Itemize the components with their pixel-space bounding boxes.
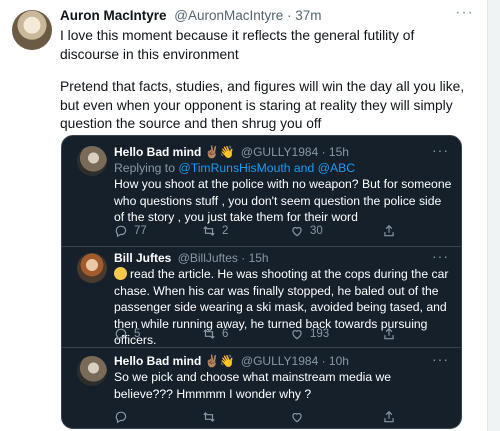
more-icon[interactable]: ··· bbox=[432, 248, 449, 264]
retweet-button[interactable]: 6 bbox=[202, 327, 228, 341]
retweet-count: 2 bbox=[222, 225, 229, 237]
tweet-paragraph-2: Pretend that facts, studies, and figures… bbox=[60, 79, 465, 131]
share-button[interactable] bbox=[382, 224, 396, 238]
tweet-actions: 77 2 30 bbox=[114, 224, 454, 240]
quoted-tweet-2[interactable]: Bill Juftes @BillJuftes · 15h ··· read t… bbox=[62, 247, 461, 347]
retweet-icon bbox=[203, 329, 215, 339]
scrollbar[interactable] bbox=[487, 0, 500, 431]
reply-icon bbox=[115, 328, 127, 341]
quoted-tweet-3[interactable]: Hello Bad mind ✌🏽👋 @GULLY1984 · 10h ··· … bbox=[62, 348, 461, 428]
tweet-header: Auron MacIntyre @AuronMacIntyre · 37m bbox=[60, 8, 488, 23]
reply-count: 77 bbox=[134, 225, 147, 237]
author-name[interactable]: Auron MacIntyre bbox=[60, 8, 167, 23]
avatar[interactable] bbox=[12, 10, 52, 50]
quoted-tweet-header: Bill Juftes @BillJuftes · 15h bbox=[114, 251, 269, 265]
tweet-author-name[interactable]: Hello Bad mind ✌🏽👋 bbox=[114, 145, 235, 159]
author-handle-time[interactable]: @AuronMacIntyre · 37m bbox=[174, 8, 321, 23]
retweet-button[interactable]: 2 bbox=[202, 224, 228, 238]
reply-icon bbox=[115, 225, 127, 238]
more-icon[interactable]: ··· bbox=[432, 142, 449, 158]
reply-button[interactable]: 77 bbox=[114, 224, 147, 238]
replying-to: Replying to @TimRunsHisMouth and @ABC bbox=[114, 161, 356, 175]
like-count: 193 bbox=[310, 328, 330, 340]
quoted-tweet-header: Hello Bad mind ✌🏽👋 @GULLY1984 · 15h bbox=[114, 145, 349, 159]
share-icon bbox=[384, 410, 394, 423]
share-button[interactable] bbox=[382, 327, 396, 341]
tweet-author-meta[interactable]: @GULLY1984 · 15h bbox=[241, 145, 349, 159]
like-icon bbox=[292, 227, 302, 237]
tweet-text: So we pick and choose what mainstream me… bbox=[114, 370, 392, 401]
reply-count: 5 bbox=[134, 328, 141, 340]
like-count: 30 bbox=[310, 225, 323, 237]
tweet-author-meta[interactable]: @BillJuftes · 15h bbox=[178, 251, 269, 265]
mention-link[interactable]: @TimRunsHisMouth and @ABC bbox=[178, 161, 355, 175]
reply-icon bbox=[115, 411, 127, 424]
tweet-author-name[interactable]: Hello Bad mind ✌🏽👋 bbox=[114, 354, 235, 368]
tweet-paragraph-1: I love this moment because it reflects t… bbox=[60, 28, 415, 62]
tweet-actions bbox=[114, 410, 454, 426]
more-icon[interactable]: ··· bbox=[455, 4, 474, 22]
share-icon bbox=[384, 224, 394, 237]
retweet-count: 6 bbox=[222, 328, 229, 340]
share-icon bbox=[384, 327, 394, 340]
reply-button[interactable] bbox=[114, 410, 128, 424]
tweet-container: Auron MacIntyre @AuronMacIntyre · 37m ··… bbox=[0, 0, 488, 431]
share-button[interactable] bbox=[382, 410, 396, 424]
tweet-author-name[interactable]: Bill Juftes bbox=[114, 251, 171, 265]
avatar[interactable] bbox=[77, 356, 107, 386]
thinking-face-icon bbox=[114, 267, 127, 280]
tweet-text: How you shoot at the police with no weap… bbox=[114, 177, 452, 224]
retweet-icon bbox=[203, 412, 215, 422]
like-icon bbox=[292, 330, 302, 340]
like-button[interactable]: 193 bbox=[290, 327, 329, 341]
avatar[interactable] bbox=[77, 253, 107, 283]
like-button[interactable]: 30 bbox=[290, 224, 323, 238]
quoted-tweet-1[interactable]: Hello Bad mind ✌🏽👋 @GULLY1984 · 15h ··· … bbox=[62, 136, 461, 246]
quoted-screenshot[interactable]: Hello Bad mind ✌🏽👋 @GULLY1984 · 15h ··· … bbox=[61, 135, 462, 429]
like-button[interactable] bbox=[290, 410, 304, 424]
retweet-icon bbox=[203, 226, 215, 236]
quoted-tweet-header: Hello Bad mind ✌🏽👋 @GULLY1984 · 10h bbox=[114, 354, 349, 368]
avatar[interactable] bbox=[77, 146, 107, 176]
reply-button[interactable]: 5 bbox=[114, 327, 140, 341]
retweet-button[interactable] bbox=[202, 410, 216, 424]
tweet-body: I love this moment because it reflects t… bbox=[60, 27, 468, 148]
tweet-author-meta[interactable]: @GULLY1984 · 10h bbox=[241, 354, 349, 368]
tweet-actions: 5 6 193 bbox=[114, 327, 454, 343]
like-icon bbox=[292, 413, 302, 423]
more-icon[interactable]: ··· bbox=[432, 351, 449, 367]
